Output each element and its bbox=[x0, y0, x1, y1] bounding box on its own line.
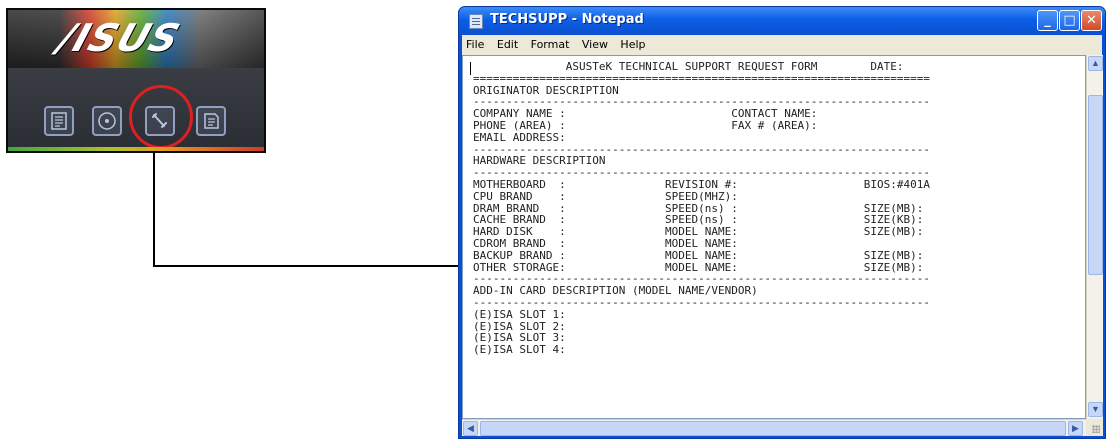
scroll-right-icon[interactable]: ▶ bbox=[1068, 421, 1083, 436]
text-caret bbox=[470, 62, 471, 75]
menu-edit[interactable]: Edit bbox=[493, 35, 522, 51]
resize-grip-icon[interactable] bbox=[1086, 419, 1103, 436]
menu-help[interactable]: Help bbox=[616, 35, 649, 51]
menu-file[interactable]: File bbox=[462, 35, 488, 51]
maximize-button[interactable]: □ bbox=[1059, 10, 1080, 31]
color-stripe bbox=[8, 147, 264, 151]
asus-logo: /ISUS bbox=[52, 16, 186, 60]
vertical-scrollbar[interactable]: ▲ ▼ bbox=[1086, 55, 1103, 419]
close-button[interactable]: ✕ bbox=[1081, 10, 1102, 31]
menu-format[interactable]: Format bbox=[527, 35, 574, 51]
doc-line: (E)ISA SLOT 4: bbox=[473, 343, 566, 357]
scroll-left-icon[interactable]: ◀ bbox=[463, 421, 478, 436]
scroll-down-icon[interactable]: ▼ bbox=[1088, 402, 1103, 417]
notepad-window: TECHSUPP - Notepad _ □ ✕ File Edit Forma… bbox=[458, 6, 1106, 439]
notepad-icon[interactable] bbox=[469, 14, 483, 29]
document-text[interactable]: ASUSTeK TECHNICAL SUPPORT REQUEST FORM D… bbox=[473, 61, 930, 356]
document-icon[interactable] bbox=[196, 106, 226, 136]
scroll-up-icon[interactable]: ▲ bbox=[1088, 56, 1103, 71]
vertical-scroll-thumb[interactable] bbox=[1088, 95, 1103, 275]
menu-bar: File Edit Format View Help bbox=[462, 35, 1102, 55]
menu-view[interactable]: View bbox=[578, 35, 612, 51]
title-bar[interactable]: TECHSUPP - Notepad _ □ ✕ bbox=[459, 7, 1105, 35]
drivers-icon[interactable] bbox=[44, 106, 74, 136]
connector-line-horizontal bbox=[153, 265, 458, 267]
highlight-circle bbox=[129, 85, 193, 149]
horizontal-scrollbar[interactable]: ◀ ▶ bbox=[462, 419, 1086, 436]
text-editor[interactable]: ASUSTeK TECHNICAL SUPPORT REQUEST FORM D… bbox=[462, 55, 1086, 419]
minimize-button[interactable]: _ bbox=[1037, 10, 1058, 31]
asus-launcher-panel: /ISUS bbox=[6, 8, 266, 153]
horizontal-scroll-thumb[interactable] bbox=[480, 421, 1066, 436]
window-title: TECHSUPP - Notepad bbox=[490, 12, 644, 27]
disc-icon[interactable] bbox=[92, 106, 122, 136]
connector-line-vertical bbox=[153, 152, 155, 267]
